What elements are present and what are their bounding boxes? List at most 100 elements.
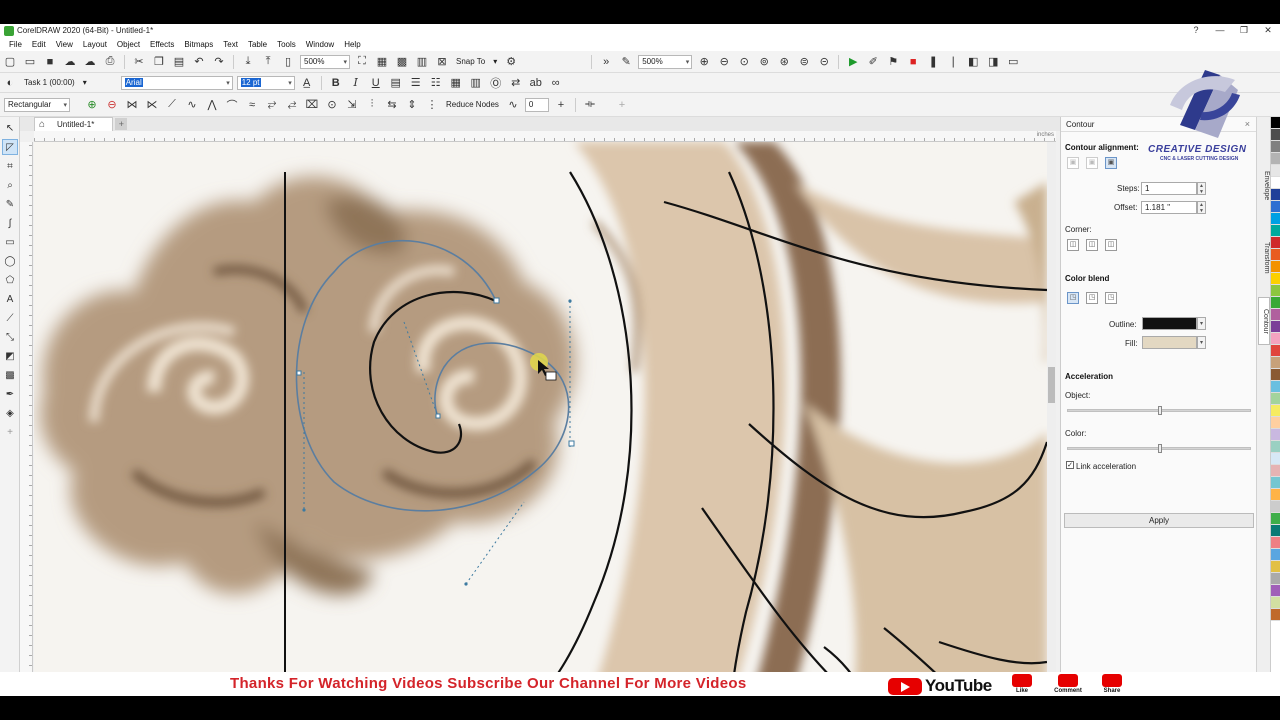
to-curve-icon[interactable]: ∿ (184, 97, 200, 113)
smooth-node-icon[interactable]: ⌒ (224, 97, 240, 113)
link-acceleration-checkbox[interactable]: ✓ (1066, 461, 1074, 469)
palette-swatch[interactable] (1271, 561, 1280, 573)
elastic-mode-icon[interactable]: ⇕ (404, 97, 420, 113)
full-screen-icon[interactable]: ⛶ (354, 54, 370, 70)
transparency-icon[interactable]: ▩ (2, 367, 18, 383)
numbered-list-icon[interactable]: ☷ (428, 75, 444, 91)
stretch-nodes-icon[interactable]: ⇲ (344, 97, 360, 113)
menu-window[interactable]: Window (301, 40, 339, 49)
break-icon[interactable]: ◧ (965, 54, 981, 70)
cloud-upload-icon[interactable]: ☁ (62, 54, 78, 70)
text-properties-icon[interactable]: ▥ (468, 75, 484, 91)
close-curve-icon[interactable]: ⊙ (324, 97, 340, 113)
object-acceleration-slider[interactable] (1067, 406, 1251, 415)
menu-bitmaps[interactable]: Bitmaps (179, 40, 218, 49)
palette-swatch[interactable] (1271, 141, 1280, 153)
palette-swatch[interactable] (1271, 429, 1280, 441)
help-button[interactable]: ? (1184, 24, 1208, 37)
zoom-width-icon[interactable]: ⊜ (796, 54, 812, 70)
palette-swatch[interactable] (1271, 297, 1280, 309)
palette-swatch[interactable] (1271, 585, 1280, 597)
palette-swatch[interactable] (1271, 537, 1280, 549)
steps-spinner-icon[interactable]: ▲ ▼ (1197, 182, 1206, 195)
palette-swatch[interactable] (1271, 249, 1280, 261)
zoom-out-icon[interactable]: ⊖ (716, 54, 732, 70)
text-align-icon[interactable]: ▤ (388, 75, 404, 91)
node-bounding-box-icon[interactable]: ⟛ (582, 97, 598, 113)
cut-icon[interactable]: ✂ (131, 54, 147, 70)
palette-swatch[interactable] (1271, 489, 1280, 501)
connector-tool-icon[interactable]: ⤡ (2, 329, 18, 345)
edit-text-icon[interactable]: ab (528, 75, 544, 91)
palette-swatch[interactable] (1271, 309, 1280, 321)
chevron-down-icon[interactable]: ▾ (1197, 317, 1206, 330)
palette-swatch[interactable] (1271, 477, 1280, 489)
snap-to-dropdown[interactable]: Snap To (456, 57, 485, 66)
linear-blend-icon[interactable]: ◳ (1067, 292, 1079, 304)
crop-tool-icon[interactable]: ⌗ (2, 158, 18, 174)
new-tab-plus-icon[interactable]: + (115, 118, 128, 130)
menu-file[interactable]: File (4, 40, 27, 49)
text-tool-icon[interactable]: A (2, 291, 18, 307)
play-icon[interactable]: ▶ (845, 54, 861, 70)
vertical-scrollbar[interactable] (1047, 142, 1056, 690)
italic-icon[interactable]: I (348, 75, 364, 91)
mitered-corner-icon[interactable]: ◫ (1067, 239, 1079, 251)
offset-input[interactable]: 1.181 " (1141, 201, 1197, 214)
scroll-thumb[interactable] (1048, 367, 1055, 403)
palette-swatch[interactable] (1271, 465, 1280, 477)
palette-swatch[interactable] (1271, 321, 1280, 333)
options-gear-icon[interactable]: ⚙ (503, 54, 519, 70)
minimize-button[interactable]: — (1208, 24, 1232, 37)
palette-swatch[interactable] (1271, 201, 1280, 213)
palette-swatch[interactable] (1271, 273, 1280, 285)
palette-swatch[interactable] (1271, 333, 1280, 345)
zoom-height-icon[interactable]: ⊝ (816, 54, 832, 70)
palette-swatch[interactable] (1271, 177, 1280, 189)
palette-swatch[interactable] (1271, 417, 1280, 429)
color-acceleration-slider[interactable] (1067, 444, 1251, 453)
snap-icon[interactable]: ⊠ (434, 54, 450, 70)
drop-cap-icon[interactable]: ▦ (448, 75, 464, 91)
counterclockwise-blend-icon[interactable]: ◳ (1105, 292, 1117, 304)
palette-swatch[interactable] (1271, 609, 1280, 621)
menu-effects[interactable]: Effects (145, 40, 179, 49)
fill-color-swatch[interactable] (1142, 336, 1197, 349)
add-icon[interactable]: + (553, 97, 569, 113)
paste-icon[interactable]: ▤ (171, 54, 187, 70)
menu-edit[interactable]: Edit (27, 40, 51, 49)
chevron-down-icon[interactable]: ▾ (1197, 336, 1206, 349)
show-guidelines-icon[interactable]: ▥ (414, 54, 430, 70)
to-line-icon[interactable]: ⟋ (164, 97, 180, 113)
tab-transform[interactable]: Transform (1258, 227, 1270, 289)
quick-customize-icon[interactable]: + (2, 424, 18, 440)
underline-icon[interactable]: U (368, 75, 384, 91)
bevel-corner-icon[interactable]: ◫ (1105, 239, 1117, 251)
import-icon[interactable]: ⤓ (240, 54, 256, 70)
menu-help[interactable]: Help (339, 40, 365, 49)
step-icon[interactable]: ❘ (945, 54, 961, 70)
palette-swatch[interactable] (1271, 117, 1280, 129)
palette-swatch[interactable] (1271, 549, 1280, 561)
palette-swatch[interactable] (1271, 165, 1280, 177)
palette-swatch[interactable] (1271, 405, 1280, 417)
symmetric-node-icon[interactable]: ≈ (244, 97, 260, 113)
close-button[interactable]: ✕ (1256, 24, 1280, 37)
outline-color-swatch[interactable] (1142, 317, 1197, 330)
edit-macro-icon[interactable]: ✐ (865, 54, 881, 70)
reverse-direction-icon[interactable]: ⥂ (264, 97, 280, 113)
to-center-icon[interactable]: ▣ (1067, 157, 1079, 169)
interactive-fill-icon[interactable]: ◈ (2, 405, 18, 421)
slider-knob[interactable] (1158, 406, 1162, 415)
ellipse-tool-icon[interactable]: ◯ (2, 253, 18, 269)
parallel-dimension-icon[interactable]: ⟋ (2, 310, 18, 326)
palette-swatch[interactable] (1271, 189, 1280, 201)
palette-swatch[interactable] (1271, 441, 1280, 453)
new-document-icon[interactable]: ▢ (2, 54, 18, 70)
show-rulers-icon[interactable]: ▦ (374, 54, 390, 70)
break-curve-icon[interactable]: ⋉ (144, 97, 160, 113)
add-node-icon[interactable]: ⊕ (84, 97, 100, 113)
copy-icon[interactable]: ❐ (151, 54, 167, 70)
text-direction-icon[interactable]: ⇄ (508, 75, 524, 91)
palette-swatch[interactable] (1271, 381, 1280, 393)
